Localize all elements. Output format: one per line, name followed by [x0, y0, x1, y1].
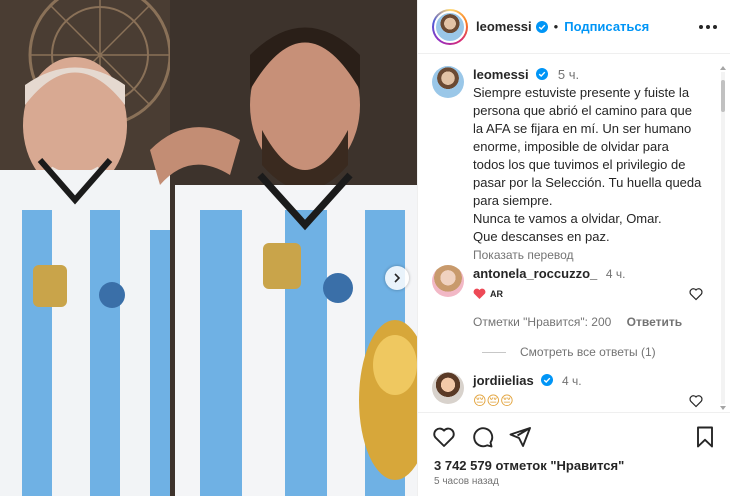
more-options-button[interactable] [699, 19, 717, 35]
comment-item: jordiielias 4 ч. 😔😔😔 [432, 372, 717, 410]
next-photo-button[interactable] [385, 266, 409, 290]
comment-body: antonela_roccuzzo_ 4 ч. AR Отметки "Нрав… [473, 265, 683, 329]
story-ring[interactable] [432, 8, 468, 45]
caption-line: pasar por la Selección. Tu huella queda [473, 175, 702, 190]
comment-time: 4 ч. [561, 374, 582, 388]
comment-text: 😔😔😔 [473, 393, 514, 408]
caption-body: leomessi 5 ч. Siempre estuviste presente… [473, 66, 717, 262]
post-actions [418, 412, 730, 452]
comment-avatar[interactable] [432, 372, 464, 404]
follow-button[interactable]: Подписаться [564, 19, 649, 34]
more-icon [713, 25, 717, 29]
caption-line: Nunca te vamos a olvidar, Omar. [473, 211, 662, 226]
verified-icon [535, 20, 548, 33]
caption-line: para siempre. [473, 193, 553, 208]
comment-meta: Отметки "Нравится": 200 Ответить [473, 315, 683, 329]
caption-avatar[interactable] [432, 66, 464, 98]
comment-time: 4 ч. [605, 267, 626, 281]
scrollbar-track [721, 72, 725, 404]
scrollbar[interactable] [720, 66, 726, 410]
post-header: leomessi • Подписаться [418, 0, 730, 54]
post-sidebar: leomessi • Подписаться leomessi 5 ч. Sie… [417, 0, 730, 496]
more-icon [706, 25, 710, 29]
caption-username[interactable]: leomessi [473, 67, 529, 82]
caption-line: enorme, imposible de olvidar para [473, 139, 669, 154]
view-replies-label[interactable]: Смотреть все ответы (1) [520, 345, 656, 359]
comment-username[interactable]: antonela_roccuzzo_ [473, 266, 597, 281]
instagram-post: leomessi • Подписаться leomessi 5 ч. Sie… [0, 0, 730, 496]
post-image [0, 0, 417, 496]
avatar [434, 10, 466, 43]
show-translation-link[interactable]: Показать перевод [473, 248, 717, 262]
caption-line: persona que abrió el camino para que [473, 103, 692, 118]
heart-icon[interactable] [689, 287, 703, 301]
heart-emoji-icon [473, 288, 486, 299]
more-icon [699, 25, 703, 29]
caption-line: Que descanses en paz. [473, 229, 610, 244]
post-photo[interactable] [0, 0, 417, 496]
verified-icon [541, 374, 554, 386]
scrollbar-thumb[interactable] [721, 80, 725, 112]
reply-button[interactable]: Ответить [627, 315, 682, 329]
verified-icon [536, 68, 549, 80]
share-icon[interactable] [508, 425, 532, 449]
caption-header: leomessi 5 ч. [473, 66, 717, 84]
replies-divider [482, 351, 506, 353]
caption-line: todos los que tuvimos el privilegio de [473, 157, 686, 172]
comment-text: AR [473, 285, 683, 303]
likes-count[interactable]: 3 742 579 отметок "Нравится" [434, 458, 624, 473]
comments-scroll[interactable]: leomessi 5 ч. Siempre estuviste presente… [418, 55, 730, 411]
caption-line: Siempre estuviste presente y fuiste la [473, 85, 690, 100]
comment-header: antonela_roccuzzo_ 4 ч. [473, 265, 683, 283]
heart-icon[interactable] [689, 394, 703, 408]
comment-username[interactable]: jordiielias [473, 373, 534, 388]
comment-body: jordiielias 4 ч. 😔😔😔 [473, 372, 683, 410]
scroll-up-arrow[interactable] [720, 66, 726, 70]
comment-avatar[interactable] [432, 265, 464, 297]
posted-time: 5 часов назад [434, 476, 499, 487]
comment-item: antonela_roccuzzo_ 4 ч. AR Отметки "Нрав… [432, 265, 717, 329]
post-caption: leomessi 5 ч. Siempre estuviste presente… [432, 66, 717, 262]
bookmark-icon[interactable] [693, 425, 717, 449]
caption-time: 5 ч. [557, 67, 580, 82]
view-replies[interactable]: Смотреть все ответы (1) [482, 345, 656, 359]
separator: • [553, 19, 559, 34]
comment-icon[interactable] [470, 425, 494, 449]
comment-text-value: AR [490, 289, 503, 299]
author-username[interactable]: leomessi [476, 19, 532, 34]
caption-text: Siempre estuviste presente y fuiste la p… [473, 84, 717, 246]
scroll-down-arrow[interactable] [720, 406, 726, 410]
caption-line: la AFA se fijara en mí. Un ser humano [473, 121, 692, 136]
comment-header: jordiielias 4 ч. [473, 372, 683, 390]
chevron-right-icon [394, 273, 401, 283]
heart-icon[interactable] [432, 425, 456, 449]
comment-likes[interactable]: Отметки "Нравится": 200 [473, 315, 611, 329]
